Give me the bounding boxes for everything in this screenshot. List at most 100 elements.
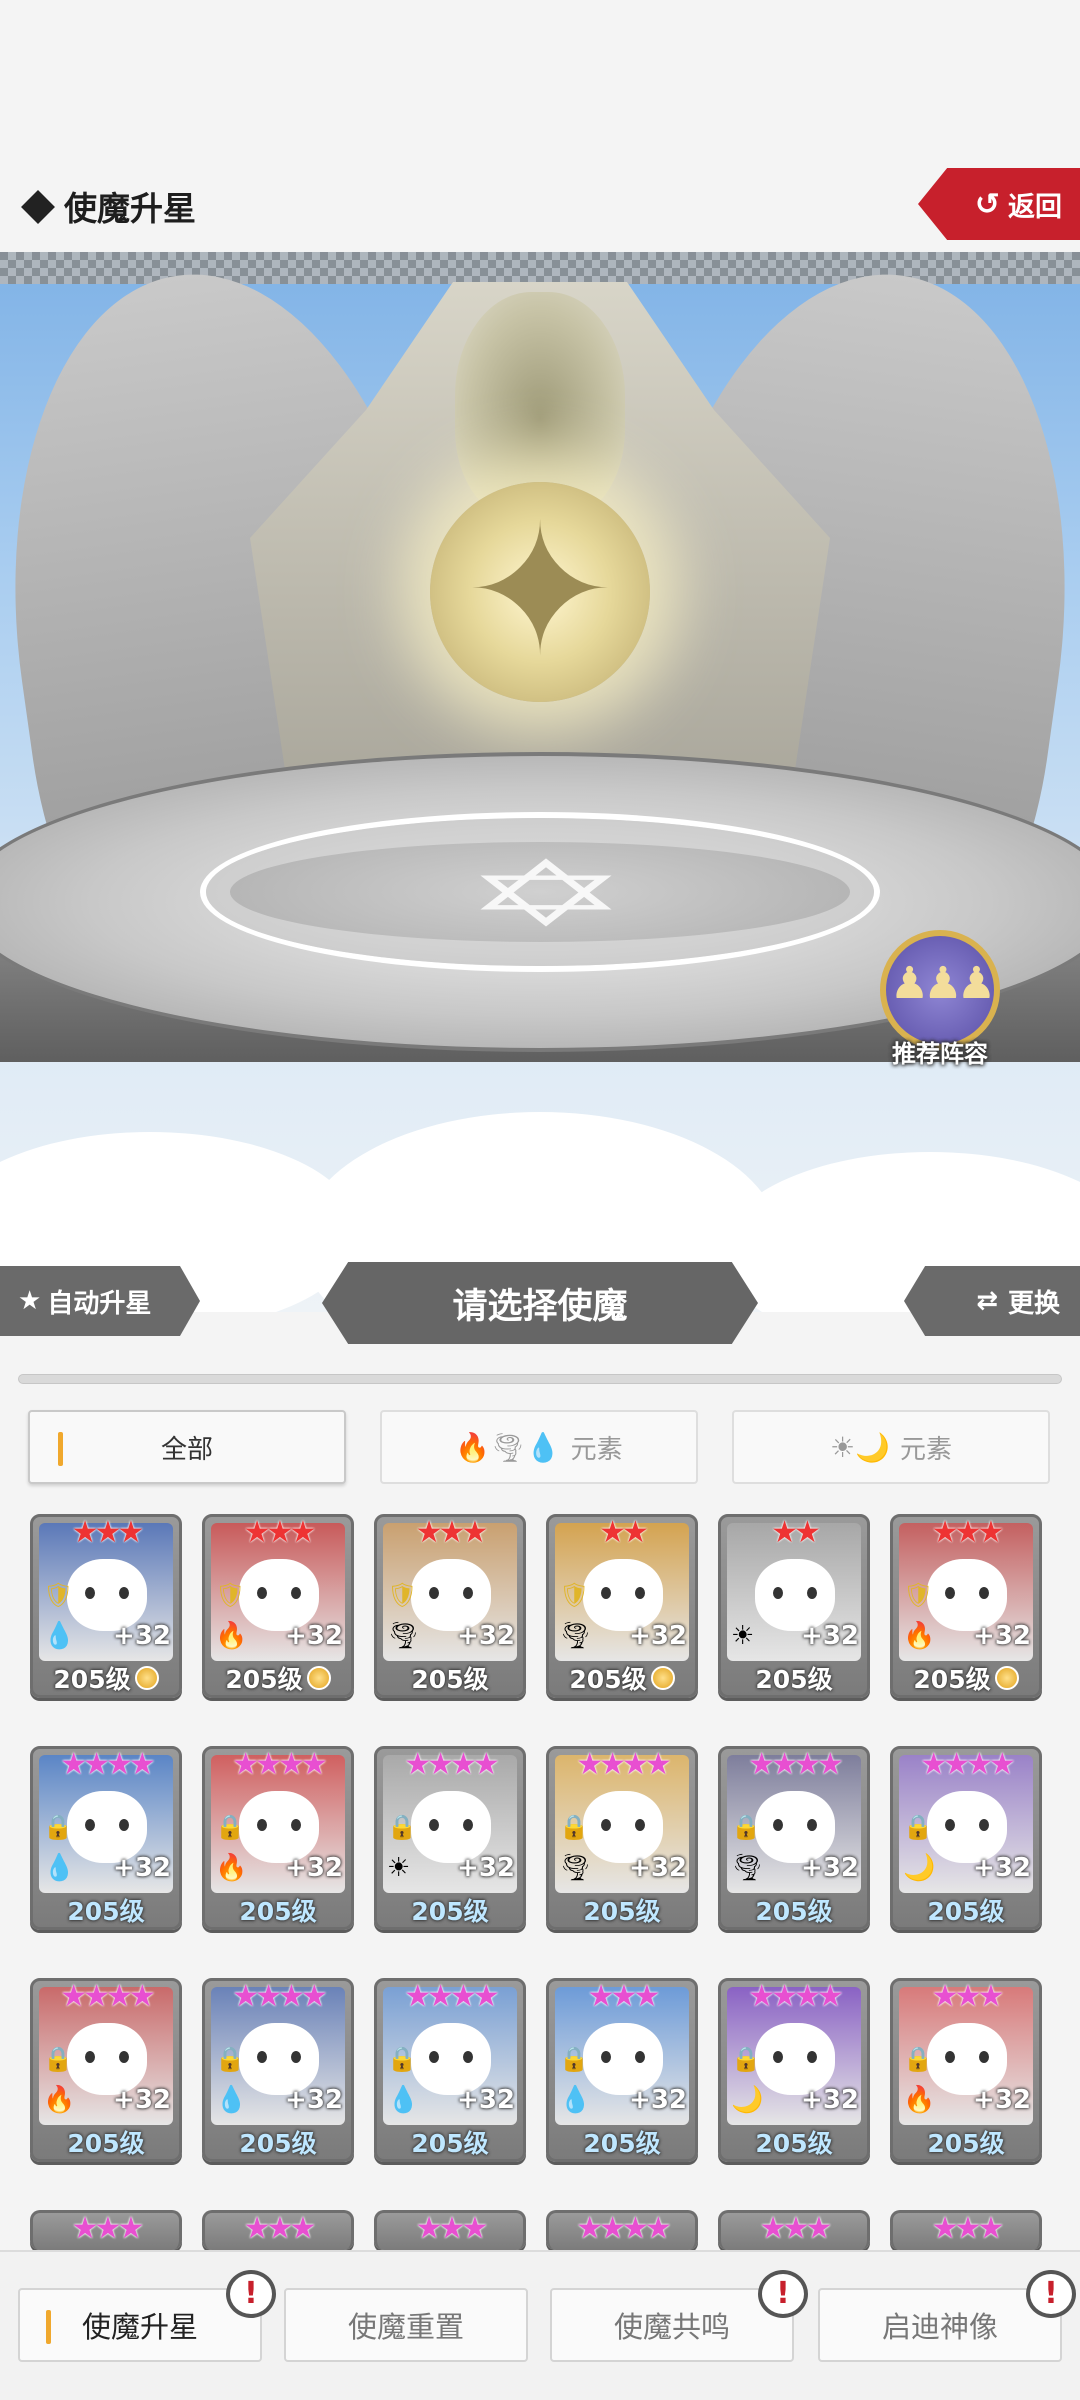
back-button[interactable]: ↺ 返回	[918, 168, 1080, 240]
active-indicator	[58, 1432, 63, 1466]
enhance-level: +32	[457, 2085, 515, 2115]
familiar-card[interactable]: ★★★★ 🔒 ☀ +32 205级	[374, 1746, 526, 1930]
magic-circle[interactable]	[200, 812, 880, 972]
familiar-card[interactable]: ★★★ 🛡 🌪 +32 205级	[374, 1514, 526, 1698]
enhance-level: +32	[113, 2085, 171, 2115]
filter-element-light-dark[interactable]: ☀🌙 元素	[732, 1410, 1050, 1484]
star-rating: ★★★	[931, 1979, 1005, 2014]
swap-button[interactable]: ⇄ 更换	[904, 1266, 1080, 1336]
star-rating: ★★★★	[60, 1979, 156, 2014]
familiar-card[interactable]: ★★★★ 🔒 🌙 +32 205级	[890, 1746, 1042, 1930]
familiar-level: 205级	[205, 1893, 351, 1927]
fire-wind-water-icons: 🔥🌪💧	[455, 1430, 561, 1464]
alert-icon: !	[226, 2270, 278, 2326]
familiar-card[interactable]: ★★★★ 🔒 💧 +32 205级	[30, 1746, 182, 1930]
familiar-card[interactable]: ★★★★ 🔒 🌙 +32 205级	[718, 1978, 870, 2162]
level-text: 205级	[67, 2129, 145, 2158]
filter-element-fire-wind-water[interactable]: 🔥🌪💧 元素	[380, 1410, 698, 1484]
star-rating: ★★	[599, 1515, 649, 1550]
panel-divider	[18, 1374, 1062, 1384]
familiar-card[interactable]: ★★★★ 🔒 🌪 +32 205级	[546, 1746, 698, 1930]
game-screen: 使魔升星 ↺ 返回 ♟♟♟ 推荐阵容 ★ 自动升星 请选择使魔 ⇄ 更换	[0, 0, 1080, 2400]
familiar-card[interactable]: ★★★★ 🔒 🔥 +32 205级	[30, 1978, 182, 2162]
lock-icon: 🔒	[387, 1813, 417, 1841]
star-rating: ★★★★	[748, 1979, 844, 2014]
auto-upgrade-button[interactable]: ★ 自动升星	[0, 1266, 200, 1336]
page-title: 使魔升星	[64, 189, 196, 228]
familiar-card[interactable]: ★★★★ 🔒 🌪 +32 205级	[718, 1746, 870, 1930]
familiar-card[interactable]: ★★★★	[546, 2210, 698, 2250]
tab-familiar-reset[interactable]: 使魔重置	[284, 2288, 528, 2362]
enhance-level: +32	[973, 2085, 1031, 2115]
familiar-level: 205级	[33, 1893, 179, 1927]
tab-enlighten-statue[interactable]: 启迪神像 !	[818, 2270, 1076, 2362]
lock-icon: 🔒	[731, 1813, 761, 1841]
fire-element-icon: 🔥	[215, 1621, 248, 1651]
tab-label: 使魔升星	[81, 2310, 198, 2344]
light-dark-icons: ☀🌙	[830, 1430, 890, 1464]
lock-icon: 🔒	[559, 2045, 589, 2073]
wind-element-icon: 🌪	[559, 1621, 593, 1651]
level-text: 205级	[569, 1665, 647, 1694]
familiar-card[interactable]: ★★★★ 🔒 💧 +32 205级	[374, 1978, 526, 2162]
gold-coin-icon	[994, 1666, 1019, 1690]
star-rating: ★★★★	[60, 1747, 156, 1782]
level-text: 205级	[927, 1897, 1005, 1926]
team-icon: ♟♟♟	[880, 930, 1000, 1050]
shield-icon: 🛡	[215, 1581, 246, 1609]
familiar-card[interactable]: ★★★★ 🔒 🔥 +32 205级	[202, 1746, 354, 1930]
familiar-card[interactable]: ★★★	[202, 2210, 354, 2250]
filter-all[interactable]: 全部	[28, 1410, 346, 1484]
select-familiar-label: 请选择使魔	[452, 1286, 628, 1327]
familiar-card[interactable]: ★★★ 🛡 💧 +32 205级	[30, 1514, 182, 1698]
star-rating: ★★★★	[404, 1747, 500, 1782]
star-rating: ★★★	[243, 1515, 317, 1550]
familiar-card[interactable]: ★★★	[374, 2210, 526, 2250]
level-text: 205级	[239, 1897, 317, 1926]
recommend-lineup-button[interactable]: ♟♟♟ 推荐阵容	[876, 930, 1006, 1070]
active-indicator	[46, 2310, 51, 2344]
water-element-icon: 💧	[43, 1621, 76, 1651]
enhance-level: +32	[629, 2085, 687, 2115]
lock-icon: 🔒	[387, 2045, 417, 2073]
wind-element-icon: 🌪	[559, 1853, 593, 1883]
select-familiar-banner[interactable]: 请选择使魔	[322, 1262, 758, 1344]
familiar-card[interactable]: ★★★ 🛡 🔥 +32 205级	[202, 1514, 354, 1698]
dark-element-icon: 🌙	[903, 1853, 936, 1883]
star-rating: ★★★	[71, 1515, 145, 1550]
title-diamond-icon	[21, 190, 55, 224]
tab-familiar-resonance[interactable]: 使魔共鸣 !	[550, 2270, 808, 2362]
alert-icon: !	[758, 2270, 810, 2326]
tab-label: 启迪神像	[881, 2310, 998, 2344]
star-rating: ★★★★	[576, 1747, 672, 1782]
familiar-card[interactable]: ★★★★ 🔒 💧 +32 205级	[202, 1978, 354, 2162]
familiar-card[interactable]: ★★★ 🔒 💧 +32 205级	[546, 1978, 698, 2162]
shield-icon: 🛡	[387, 1581, 418, 1609]
lock-icon: 🔒	[215, 1813, 245, 1841]
familiar-card[interactable]: ★★★ 🔒 🔥 +32 205级	[890, 1978, 1042, 2162]
return-arrow-icon: ↺	[974, 186, 1000, 222]
star-rating: ★★★★	[232, 1979, 328, 2014]
enhance-level: +32	[973, 1853, 1031, 1883]
header: 使魔升星 ↺ 返回	[0, 160, 1080, 252]
familiar-level: 205级	[377, 2125, 523, 2159]
enhance-level: +32	[285, 1853, 343, 1883]
familiar-card[interactable]: ★★★	[890, 2210, 1042, 2250]
star-rating: ★★★	[243, 2211, 317, 2246]
shield-icon: 🛡	[559, 1581, 590, 1609]
lock-icon: 🔒	[43, 2045, 73, 2073]
lock-icon: 🔒	[43, 1813, 73, 1841]
lock-icon: 🔒	[559, 1813, 589, 1841]
familiar-card[interactable]: ★★ ☀ +32 205级	[718, 1514, 870, 1698]
familiar-card[interactable]: ★★★	[30, 2210, 182, 2250]
level-text: 205级	[583, 2129, 661, 2158]
familiar-card[interactable]: ★★ 🛡 🌪 +32 205级	[546, 1514, 698, 1698]
back-label: 返回	[1008, 191, 1062, 223]
enhance-level: +32	[801, 1853, 859, 1883]
star-rating: ★★★★	[404, 1979, 500, 2014]
tab-familiar-upgrade[interactable]: 使魔升星 !	[18, 2270, 276, 2362]
familiar-card[interactable]: ★★★	[718, 2210, 870, 2250]
star-rating: ★★★	[759, 2211, 833, 2246]
familiar-card[interactable]: ★★★ 🛡 🔥 +32 205级	[890, 1514, 1042, 1698]
familiar-level: 205级	[549, 1661, 695, 1695]
